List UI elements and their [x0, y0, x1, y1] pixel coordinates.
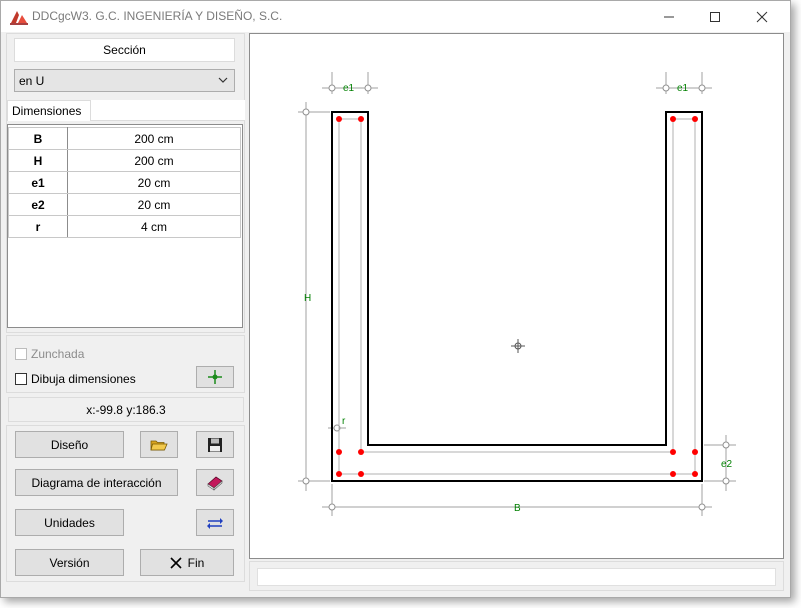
crosshair-green-icon	[208, 370, 222, 384]
minimize-icon	[664, 16, 674, 17]
zunchada-checkbox-box[interactable]	[15, 348, 27, 360]
book-button[interactable]	[196, 469, 234, 496]
section-label: Sección	[103, 43, 146, 57]
dim-label-h: H	[304, 293, 311, 304]
maximize-button[interactable]	[692, 1, 738, 32]
dim-key-r: r	[8, 215, 68, 238]
table-row[interactable]: e1 20 cm	[8, 171, 241, 194]
dim-value-b[interactable]: 200 cm	[67, 127, 241, 150]
dim-key-e2: e2	[8, 193, 68, 216]
diseno-button[interactable]: Diseño	[15, 431, 124, 458]
save-button[interactable]	[196, 431, 234, 458]
dim-value-h[interactable]: 200 cm	[67, 149, 241, 172]
section-type-select[interactable]: en U	[14, 69, 235, 92]
unidades-button[interactable]: Unidades	[15, 509, 124, 536]
tab-strip	[91, 100, 245, 121]
tab-dimensiones[interactable]: Dimensiones	[7, 100, 91, 121]
rebar-points	[336, 116, 698, 477]
ddc-logo-icon	[10, 11, 28, 25]
status-bar	[249, 561, 784, 591]
cursor-readout: x:-99.8 y:186.3	[86, 403, 166, 417]
maximize-icon	[710, 11, 720, 22]
dim-label-e2: e2	[721, 459, 733, 470]
rebar-cover-lines	[338, 118, 696, 475]
arrows-swap-icon	[207, 517, 223, 529]
dim-label-e1-left: e1	[343, 83, 355, 94]
table-row[interactable]: H 200 cm	[8, 149, 241, 172]
table-row[interactable]: e2 20 cm	[8, 193, 241, 216]
section-drawing-canvas[interactable]: e1 e1 H r e2 B	[249, 33, 784, 559]
dibuja-dimensiones-checkbox[interactable]: Dibuja dimensiones	[15, 372, 136, 386]
cursor-coordinates: x:-99.8 y:186.3	[8, 397, 244, 422]
diagrama-interaccion-button[interactable]: Diagrama de interacción	[15, 469, 178, 496]
version-button[interactable]: Versión	[15, 549, 124, 576]
table-row[interactable]: B 200 cm	[8, 127, 241, 150]
table-row[interactable]: r4 cm	[8, 215, 241, 238]
dim-label-b: B	[514, 503, 521, 514]
diseno-label: Diseño	[50, 437, 89, 452]
dim-key-b: B	[8, 127, 68, 150]
dibuja-dimensiones-checkbox-box[interactable]	[15, 373, 27, 385]
dim-label-e1-right: e1	[677, 83, 689, 94]
tab-dimensiones-label: Dimensiones	[12, 104, 82, 118]
app-window: DDCgcW3. G.C. INGENIERÍA Y DISEÑO, S.C. …	[0, 0, 791, 598]
u-section-drawing: e1 e1 H r e2 B	[298, 72, 736, 516]
close-icon	[756, 11, 768, 22]
open-button[interactable]	[140, 431, 178, 458]
dimensions-table: B 200 cm H 200 cm e1 20 cm e2 20 cm r4 cm	[8, 127, 241, 238]
floppy-disk-icon	[208, 437, 222, 452]
centroid-crosshair-icon	[511, 339, 525, 353]
pick-point-button[interactable]	[196, 366, 234, 388]
close-x-icon	[170, 556, 182, 569]
diagrama-interaccion-label: Diagrama de interacción	[31, 475, 162, 490]
dibuja-dimensiones-label: Dibuja dimensiones	[31, 372, 136, 386]
section-header: Sección	[14, 38, 235, 62]
fin-button[interactable]: Fin	[140, 549, 234, 576]
book-icon	[207, 475, 223, 491]
window-title: DDCgcW3. G.C. INGENIERÍA Y DISEÑO, S.C.	[32, 9, 283, 23]
minimize-button[interactable]	[646, 1, 692, 32]
fin-label: Fin	[187, 555, 205, 570]
open-folder-icon	[150, 440, 168, 450]
chevron-down-icon	[218, 77, 228, 83]
dim-value-r[interactable]: 4 cm	[67, 215, 241, 238]
control-panel: Sección en U Dimensiones B 200 cm H 200 cm…	[6, 33, 246, 593]
zunchada-checkbox[interactable]: Zunchada	[15, 347, 84, 361]
title-bar[interactable]: DDCgcW3. G.C. INGENIERÍA Y DISEÑO, S.C.	[1, 1, 790, 32]
unidades-label: Unidades	[44, 515, 95, 530]
u-section-outline	[331, 111, 703, 482]
close-button[interactable]	[739, 1, 785, 32]
section-type-value: en U	[19, 74, 45, 88]
dimension-lines	[298, 72, 736, 516]
version-label: Versión	[49, 555, 90, 570]
dim-value-e1[interactable]: 20 cm	[67, 171, 241, 194]
status-field	[257, 568, 776, 586]
dim-key-e1: e1	[8, 171, 68, 194]
dim-label-r: r	[342, 416, 346, 427]
dim-key-h: H	[8, 149, 68, 172]
zunchada-label: Zunchada	[31, 347, 85, 361]
dim-value-e2[interactable]: 20 cm	[67, 193, 241, 216]
units-swap-button[interactable]	[196, 509, 234, 536]
